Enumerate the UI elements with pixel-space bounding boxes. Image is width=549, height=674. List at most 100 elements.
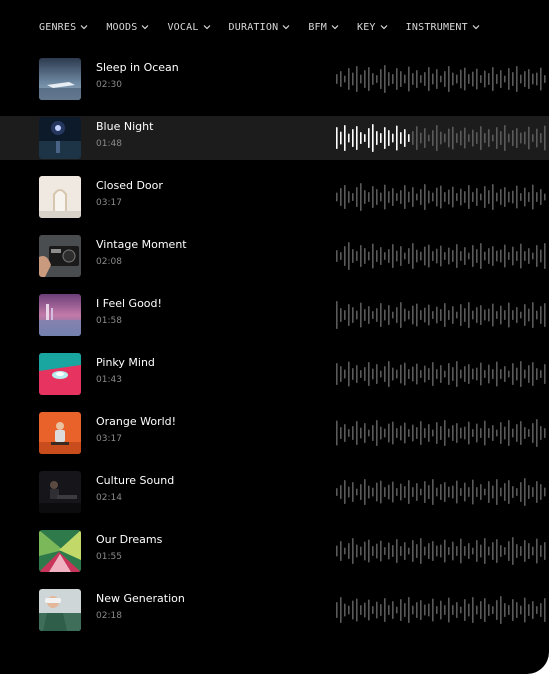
filter-instrument[interactable]: INSTRUMENT <box>406 22 480 33</box>
track-duration: 01:55 <box>96 552 122 562</box>
waveform-bar <box>512 310 514 320</box>
filter-bfm[interactable]: BFM <box>308 22 339 33</box>
waveform-bar <box>444 303 446 327</box>
waveform-bar <box>520 311 522 319</box>
waveform-bar <box>352 426 354 440</box>
waveform-bar <box>452 367 454 381</box>
waveform-bar <box>440 131 442 145</box>
waveform-bar <box>380 540 382 562</box>
waveform-bar <box>472 129 474 147</box>
waveform-bar <box>360 245 362 267</box>
waveform-bar <box>488 129 490 147</box>
track-title: Sleep in Ocean <box>96 61 179 74</box>
waveform-bar <box>528 69 530 89</box>
waveform-bar <box>496 127 498 149</box>
waveform-bar <box>512 246 514 266</box>
filter-label: KEY <box>356 21 376 33</box>
waveform-bar <box>380 303 382 327</box>
waveform-bar <box>440 75 442 83</box>
track-row[interactable]: Orange World! 03:17 <box>0 412 549 454</box>
waveform-bar <box>536 419 538 447</box>
track-waveform[interactable] <box>336 294 549 336</box>
waveform-bar <box>536 192 538 202</box>
waveform-bar <box>476 188 478 206</box>
waveform-bar <box>336 363 338 385</box>
waveform-bar <box>540 603 542 617</box>
waveform-bar <box>484 538 486 564</box>
track-waveform[interactable] <box>336 117 549 159</box>
track-row[interactable]: I Feel Good! 01:58 <box>0 294 549 336</box>
waveform-bar <box>524 427 526 439</box>
track-row[interactable]: Pinky Mind 01:43 <box>0 353 549 395</box>
track-row[interactable]: Our Dreams 01:55 <box>0 530 549 572</box>
track-waveform[interactable] <box>336 353 549 395</box>
waveform-bar <box>356 488 358 496</box>
waveform-bar <box>412 424 414 442</box>
waveform-bar <box>468 252 470 260</box>
waveform-bar <box>340 366 342 382</box>
waveform-bar <box>536 368 538 380</box>
track-waveform[interactable] <box>336 530 549 572</box>
waveform-bar <box>488 248 490 264</box>
waveform-bar <box>492 425 494 441</box>
waveform-bar <box>412 605 414 615</box>
waveform-bar-played <box>376 131 378 145</box>
track-waveform[interactable] <box>336 589 549 631</box>
filter-label: VOCAL <box>167 21 199 33</box>
track-title: Culture Sound <box>96 474 175 487</box>
waveform-bar <box>432 192 434 202</box>
track-waveform[interactable] <box>336 58 549 100</box>
waveform-bar <box>424 365 426 383</box>
waveform-bar <box>344 369 346 379</box>
waveform-bar <box>384 487 386 497</box>
waveform-bar <box>392 367 394 381</box>
waveform-bar <box>508 480 510 504</box>
track-row[interactable]: New Generation 02:18 <box>0 589 549 631</box>
waveform-bar <box>452 605 454 615</box>
track-waveform[interactable] <box>336 176 549 218</box>
track-row[interactable]: Sleep in Ocean 02:30 <box>0 58 549 100</box>
waveform-bar <box>400 302 402 328</box>
waveform-bar <box>396 428 398 438</box>
waveform-bar <box>488 190 490 204</box>
waveform-bar <box>472 597 474 623</box>
waveform-bar <box>404 542 406 560</box>
waveform-bar <box>540 67 542 91</box>
waveform-bar <box>412 305 414 325</box>
waveform-bar <box>376 543 378 559</box>
filter-duration[interactable]: DURATION <box>229 22 291 33</box>
waveform-bar <box>412 243 414 269</box>
waveform-bar <box>344 603 346 617</box>
waveform-bar <box>448 310 450 320</box>
waveform-bar <box>448 66 450 92</box>
track-row[interactable]: Culture Sound 02:14 <box>0 471 549 513</box>
waveform-bar <box>528 192 530 202</box>
waveform-bar <box>348 429 350 437</box>
waveform-bar <box>516 307 518 323</box>
waveform-bar <box>464 546 466 556</box>
waveform-bar <box>504 244 506 268</box>
track-row[interactable]: Vintage Moment 02:08 <box>0 235 549 277</box>
waveform-bar <box>496 311 498 319</box>
track-row-active[interactable]: Blue Night 01:48 <box>0 116 549 160</box>
filter-genres[interactable]: GENRES <box>39 22 88 33</box>
track-artwork <box>39 176 81 218</box>
waveform-bar <box>464 426 466 440</box>
track-row[interactable]: Closed Door 03:17 <box>0 176 549 218</box>
waveform-bar <box>400 246 402 266</box>
track-title: Our Dreams <box>96 533 163 546</box>
waveform-bar <box>492 67 494 91</box>
waveform-bar <box>532 601 534 619</box>
waveform-bar <box>472 245 474 267</box>
filter-moods[interactable]: MOODS <box>106 22 149 33</box>
track-waveform[interactable] <box>336 471 549 513</box>
filter-vocal[interactable]: VOCAL <box>167 22 210 33</box>
filter-key[interactable]: KEY <box>357 22 388 33</box>
waveform-bar <box>336 602 338 618</box>
track-waveform[interactable] <box>336 412 549 454</box>
track-waveform[interactable] <box>336 235 549 277</box>
waveform-bar <box>364 367 366 381</box>
waveform-bar <box>376 420 378 446</box>
waveform-bar <box>452 306 454 324</box>
track-artwork <box>39 235 81 277</box>
